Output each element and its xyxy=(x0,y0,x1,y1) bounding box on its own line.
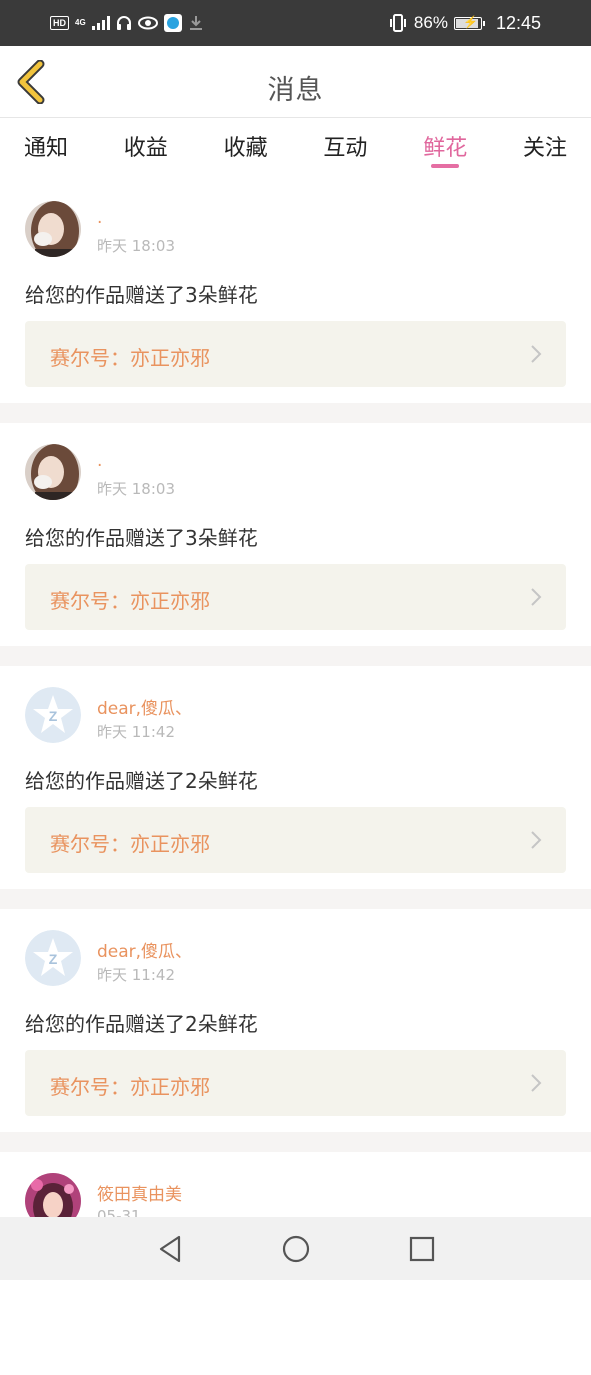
app-notification-icon xyxy=(163,14,182,32)
work-title: 赛尔号：亦正亦邪 xyxy=(50,346,210,370)
message-card: . 昨天 18:03 给您的作品赠送了3朵鲜花 赛尔号：亦正亦邪 xyxy=(0,180,591,403)
work-link[interactable]: 赛尔号：亦正亦邪 xyxy=(25,807,566,873)
clock: 12:45 xyxy=(495,12,541,33)
default-star-avatar-icon: Z xyxy=(25,687,81,743)
status-left: HD 4G xyxy=(50,14,204,32)
battery-percent: 86% xyxy=(413,13,448,32)
status-bar: HD 4G 86% ⚡ 12:45 xyxy=(0,0,591,46)
sender-name[interactable]: 筱田真由美 xyxy=(97,1180,182,1205)
tab-favorites[interactable]: 收藏 xyxy=(224,118,268,180)
system-nav-bar xyxy=(0,1217,591,1280)
divider xyxy=(0,403,591,423)
avatar[interactable]: Z xyxy=(25,930,81,986)
work-link[interactable]: 赛尔号：亦正亦邪 xyxy=(25,1050,566,1116)
message-time: 昨天 18:03 xyxy=(97,480,175,498)
status-right: 86% ⚡ 12:45 xyxy=(388,13,541,34)
message-time: 昨天 11:42 xyxy=(97,723,175,741)
photo-avatar-icon xyxy=(25,201,81,257)
divider xyxy=(0,1132,591,1152)
sender-name[interactable]: dear,傻瓜、 xyxy=(97,937,192,962)
photo-avatar-icon xyxy=(25,444,81,500)
sender-name[interactable]: dear,傻瓜、 xyxy=(97,694,192,719)
message-text: 给您的作品赠送了2朵鲜花 xyxy=(25,1012,258,1036)
vibrate-icon xyxy=(389,14,406,32)
svg-text:Z: Z xyxy=(49,951,58,967)
chevron-right-icon xyxy=(531,588,542,606)
avatar[interactable] xyxy=(25,444,81,500)
work-title: 赛尔号：亦正亦邪 xyxy=(50,589,210,613)
square-recents-icon[interactable] xyxy=(405,1232,439,1266)
headset-icon xyxy=(116,16,131,30)
work-title: 赛尔号：亦正亦邪 xyxy=(50,1075,210,1099)
message-time: 昨天 11:42 xyxy=(97,966,175,984)
tab-flowers[interactable]: 鲜花 xyxy=(423,118,467,180)
message-text: 给您的作品赠送了3朵鲜花 xyxy=(25,526,258,550)
tab-notifications[interactable]: 通知 xyxy=(24,118,68,180)
network-type: 4G xyxy=(75,18,86,27)
header: 消息 xyxy=(0,46,591,118)
download-icon xyxy=(189,16,202,30)
avatar[interactable]: Z xyxy=(25,687,81,743)
sender-name[interactable]: . xyxy=(97,208,102,228)
svg-text:Z: Z xyxy=(49,708,58,724)
message-text: 给您的作品赠送了3朵鲜花 xyxy=(25,283,258,307)
message-list: . 昨天 18:03 给您的作品赠送了3朵鲜花 赛尔号：亦正亦邪 . 昨天 18… xyxy=(0,180,591,1375)
divider xyxy=(0,646,591,666)
chevron-right-icon xyxy=(531,345,542,363)
battery-icon: ⚡ xyxy=(453,15,485,30)
message-card: Z dear,傻瓜、 昨天 11:42 给您的作品赠送了2朵鲜花 赛尔号：亦正亦… xyxy=(0,666,591,889)
tab-bar: 通知 收益 收藏 互动 鲜花 关注 xyxy=(0,118,591,180)
avatar[interactable] xyxy=(25,201,81,257)
default-star-avatar-icon: Z xyxy=(25,930,81,986)
signal-icon xyxy=(91,16,110,30)
triangle-back-icon[interactable] xyxy=(153,1232,187,1266)
sender-name[interactable]: . xyxy=(97,451,102,471)
tab-earnings[interactable]: 收益 xyxy=(124,118,168,180)
work-title: 赛尔号：亦正亦邪 xyxy=(50,832,210,856)
message-card: Z dear,傻瓜、 昨天 11:42 给您的作品赠送了2朵鲜花 赛尔号：亦正亦… xyxy=(0,909,591,1132)
work-link[interactable]: 赛尔号：亦正亦邪 xyxy=(25,564,566,630)
circle-home-icon[interactable] xyxy=(279,1232,313,1266)
chevron-right-icon xyxy=(531,831,542,849)
work-link[interactable]: 赛尔号：亦正亦邪 xyxy=(25,321,566,387)
eye-icon xyxy=(137,16,158,30)
divider xyxy=(0,889,591,909)
hd-badge: HD xyxy=(50,16,69,30)
chevron-right-icon xyxy=(531,1074,542,1092)
tab-interactions[interactable]: 互动 xyxy=(323,118,367,180)
message-text: 给您的作品赠送了2朵鲜花 xyxy=(25,769,258,793)
page-title: 消息 xyxy=(267,75,324,106)
message-time: 昨天 18:03 xyxy=(97,237,175,255)
tab-follows[interactable]: 关注 xyxy=(523,118,567,180)
message-card: . 昨天 18:03 给您的作品赠送了3朵鲜花 赛尔号：亦正亦邪 xyxy=(0,423,591,646)
